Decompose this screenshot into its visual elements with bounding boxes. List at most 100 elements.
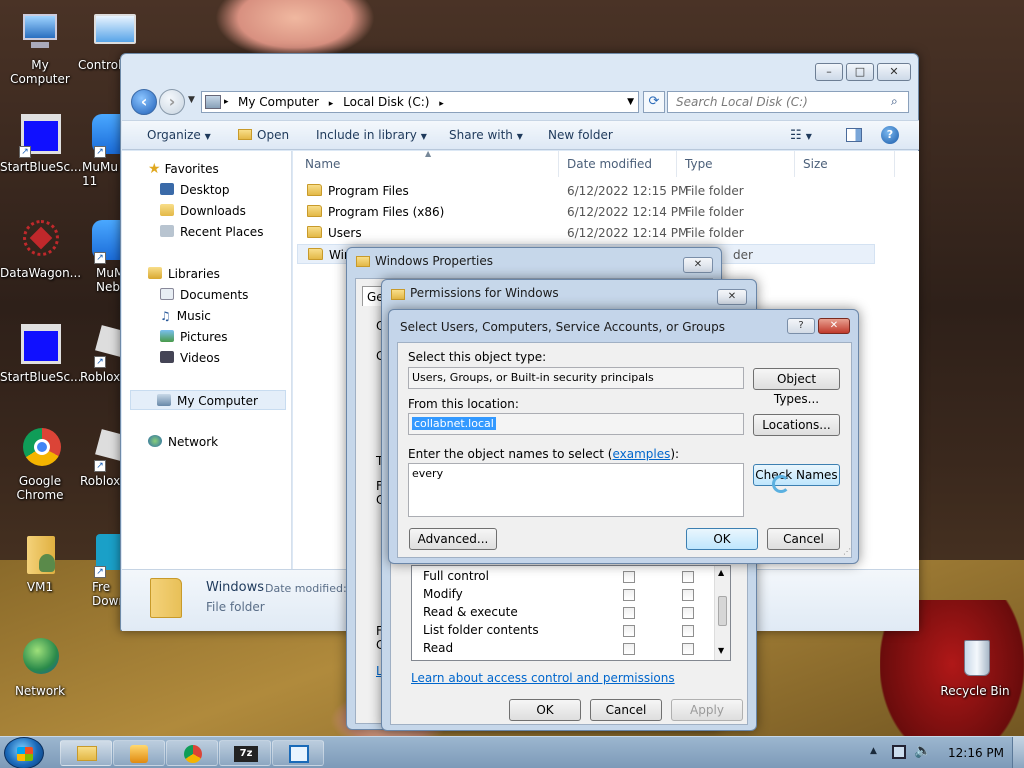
- taskbar-chrome-button[interactable]: [166, 740, 218, 766]
- minimize-button[interactable]: –: [815, 63, 843, 81]
- desktop-icon-google-chrome[interactable]: Google Chrome: [0, 428, 80, 502]
- address-box[interactable]: ▸ My Computer ▸ Local Disk (C:) ▸ ▼: [201, 91, 639, 113]
- taskbar-network-button[interactable]: [272, 740, 324, 766]
- show-hidden-icons-icon[interactable]: ▲: [870, 746, 877, 756]
- breadcrumb-local-disk[interactable]: Local Disk (C:): [343, 95, 429, 109]
- organize-button[interactable]: Organize ▼: [147, 128, 211, 142]
- bluescreen-app-icon: [17, 324, 63, 366]
- scroll-thumb[interactable]: [718, 596, 727, 626]
- nav-favorites[interactable]: ★ Favorites: [122, 159, 290, 179]
- desktop-icon-my-computer[interactable]: My Computer: [0, 12, 80, 86]
- object-names-input[interactable]: every: [408, 463, 744, 517]
- clock[interactable]: 12:16 PM: [948, 746, 1004, 760]
- close-button[interactable]: ✕: [683, 257, 713, 273]
- help-icon[interactable]: ?: [881, 126, 899, 144]
- permission-list-scrollbar[interactable]: ▲ ▼: [714, 566, 730, 660]
- share-with-button[interactable]: Share with ▼: [449, 128, 523, 142]
- new-folder-button[interactable]: New folder: [548, 128, 613, 142]
- close-button[interactable]: ✕: [717, 289, 747, 305]
- file-row[interactable]: Program Files 6/12/2022 12:15 PM File fo…: [297, 181, 875, 201]
- check-names-button[interactable]: Check Names: [753, 464, 840, 486]
- deny-checkbox[interactable]: [682, 589, 694, 601]
- scroll-down-icon[interactable]: ▼: [718, 646, 724, 655]
- deny-checkbox[interactable]: [682, 607, 694, 619]
- nav-pictures[interactable]: Pictures: [122, 327, 290, 347]
- preview-pane-icon[interactable]: [846, 128, 862, 142]
- column-header-type[interactable]: Type: [677, 151, 795, 177]
- permission-label: List folder contents: [423, 623, 539, 637]
- nav-my-computer[interactable]: My Computer: [130, 390, 286, 410]
- select-users-dialog[interactable]: Select Users, Computers, Service Account…: [388, 309, 859, 564]
- maximize-button[interactable]: □: [846, 63, 874, 81]
- view-options-icon[interactable]: ☷ ▼: [790, 128, 812, 143]
- taskbar-explorer-button[interactable]: [60, 740, 112, 766]
- nav-downloads[interactable]: Downloads: [122, 201, 290, 221]
- desktop-icon-network[interactable]: Network: [0, 638, 80, 698]
- allow-checkbox[interactable]: [623, 607, 635, 619]
- search-icon[interactable]: ⌕: [891, 94, 898, 109]
- network-connections-icon: [289, 745, 309, 763]
- nav-music[interactable]: ♫ Music: [122, 306, 290, 326]
- desktop-icon-startbluescreen-1[interactable]: ↗ StartBlueSc...: [0, 114, 82, 174]
- locations-button[interactable]: Locations...: [753, 414, 840, 436]
- column-header-date[interactable]: Date modified: [559, 151, 677, 177]
- desktop-icon-free-download[interactable]: ↗ Fre Down: [78, 534, 126, 608]
- file-type: File folder: [685, 205, 744, 219]
- deny-checkbox[interactable]: [682, 625, 694, 637]
- allow-checkbox[interactable]: [623, 589, 635, 601]
- close-button[interactable]: ✕: [877, 63, 911, 81]
- address-dropdown-icon[interactable]: ▼: [627, 92, 634, 112]
- close-button[interactable]: ✕: [818, 318, 850, 334]
- volume-icon[interactable]: 🔈: [914, 743, 931, 759]
- cancel-button[interactable]: Cancel: [767, 528, 840, 550]
- shortcut-arrow-icon: ↗: [94, 460, 106, 472]
- desktop-icon-startbluescreen-2[interactable]: StartBlueSc...: [0, 324, 82, 384]
- show-desktop-button[interactable]: [1012, 737, 1024, 768]
- desktop-icon-recycle-bin[interactable]: Recycle Bin: [935, 638, 1015, 698]
- resize-grip-icon[interactable]: ⋰: [843, 547, 851, 556]
- examples-link[interactable]: examples: [612, 447, 670, 461]
- deny-checkbox[interactable]: [682, 643, 694, 655]
- desktop-icon-mumu-neb[interactable]: ↗ MuMu Neb: [78, 220, 132, 294]
- allow-checkbox[interactable]: [623, 643, 635, 655]
- desktop-icon-roblox-1[interactable]: ↗ Roblox: [78, 324, 127, 384]
- allow-checkbox[interactable]: [623, 571, 635, 583]
- breadcrumb-separator: ▸: [439, 99, 444, 109]
- ok-button[interactable]: OK: [686, 528, 758, 550]
- include-in-library-button[interactable]: Include in library ▼: [316, 128, 427, 142]
- nav-libraries[interactable]: Libraries: [122, 264, 290, 284]
- file-row[interactable]: Users 6/12/2022 12:14 PM File folder: [297, 223, 875, 243]
- column-header-size[interactable]: Size: [795, 151, 895, 177]
- search-input[interactable]: Search Local Disk (C:): [667, 91, 909, 113]
- nav-desktop[interactable]: Desktop: [122, 180, 290, 200]
- taskbar-7zip-button[interactable]: 7z: [219, 740, 271, 766]
- nav-documents[interactable]: Documents: [122, 285, 290, 305]
- file-row[interactable]: Program Files (x86) 6/12/2022 12:14 PM F…: [297, 202, 875, 222]
- apply-button[interactable]: Apply: [671, 699, 743, 721]
- start-button[interactable]: [4, 737, 44, 768]
- desktop-icon-roblox-2[interactable]: ↗ Roblox: [78, 428, 127, 488]
- nav-network[interactable]: Network: [122, 432, 290, 452]
- help-button[interactable]: ?: [787, 318, 815, 334]
- refresh-icon[interactable]: ⟳: [643, 91, 665, 113]
- breadcrumb-my-computer[interactable]: My Computer: [238, 95, 319, 109]
- cancel-button[interactable]: Cancel: [590, 699, 662, 721]
- learn-more-link[interactable]: Learn about access control and permissio…: [411, 671, 675, 685]
- desktop-icon-mumu-11[interactable]: ↗ MuMu 11: [78, 114, 126, 188]
- recent-pages-dropdown-icon[interactable]: ▼: [188, 95, 195, 105]
- desktop-icon-vm1[interactable]: VM1: [0, 534, 80, 594]
- back-button[interactable]: ‹: [131, 89, 157, 115]
- advanced-button[interactable]: Advanced...: [409, 528, 497, 550]
- nav-videos[interactable]: Videos: [122, 348, 290, 368]
- ok-button[interactable]: OK: [509, 699, 581, 721]
- object-types-button[interactable]: Object Types...: [753, 368, 840, 406]
- deny-checkbox[interactable]: [682, 571, 694, 583]
- desktop-icon-datawagon[interactable]: DataWagon...: [0, 220, 81, 280]
- allow-checkbox[interactable]: [623, 625, 635, 637]
- scroll-up-icon[interactable]: ▲: [718, 568, 724, 577]
- taskbar-media-player-button[interactable]: [113, 740, 165, 766]
- nav-recent-places[interactable]: Recent Places: [122, 222, 290, 242]
- forward-button[interactable]: ›: [159, 89, 185, 115]
- open-button[interactable]: Open: [238, 128, 289, 142]
- network-tray-icon[interactable]: [892, 745, 906, 759]
